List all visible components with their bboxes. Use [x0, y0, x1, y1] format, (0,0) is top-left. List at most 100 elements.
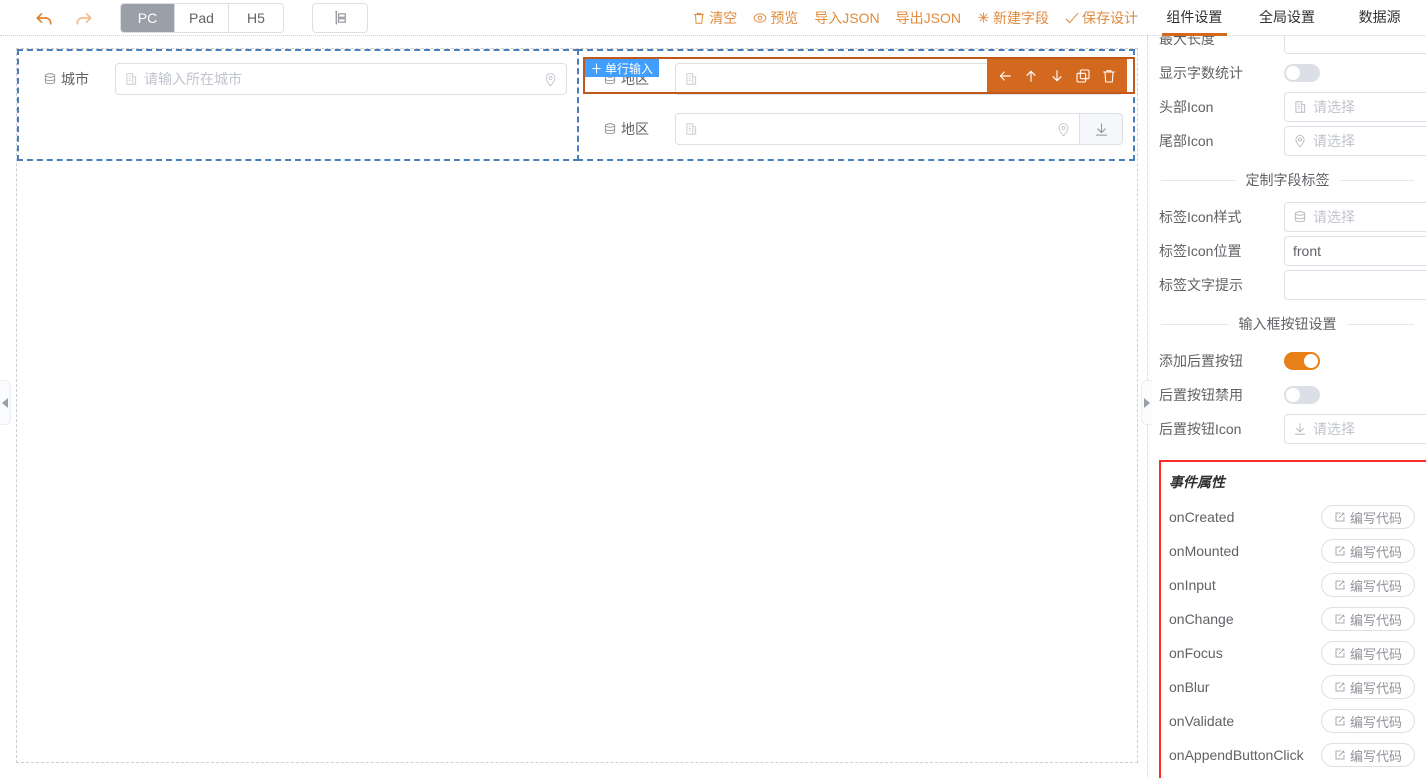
setting-label-suffix-icon: 尾部Icon [1159, 133, 1214, 149]
import-json-label: 导入JSON [814, 9, 880, 26]
field-city-input[interactable]: 请输入所在城市 [115, 63, 567, 95]
label-icon-position-select[interactable]: front ⌄ [1284, 236, 1426, 266]
widget-type-badge[interactable]: 单行输入 [585, 59, 660, 77]
setting-row-append-button-disabled: 后置按钮禁用 [1149, 378, 1426, 412]
design-canvas[interactable]: 城市 请输入所在城市 地区 单行输入 地区 [0, 36, 1148, 778]
tab-global-settings[interactable]: 全局设置 [1241, 7, 1334, 35]
building-icon [1293, 100, 1307, 114]
edit-code-button-onmounted[interactable]: 编写代码 [1321, 539, 1416, 563]
setting-label-max-length: 最大长度 [1159, 36, 1215, 47]
edit-code-button-onblur[interactable]: 编写代码 [1321, 675, 1416, 699]
edit-code-icon [1335, 750, 1345, 760]
edit-code-button-onchange[interactable]: 编写代码 [1321, 607, 1416, 631]
field-region-label: 地区 [589, 119, 675, 139]
tab-data-source[interactable]: 数据源 [1333, 7, 1426, 35]
event-name: onCreated [1169, 509, 1235, 525]
edit-code-button-oncreated[interactable]: 编写代码 [1321, 505, 1416, 529]
move-down-icon[interactable] [1049, 68, 1065, 84]
append-button-icon-select[interactable]: 请选择 ⌄ [1284, 414, 1426, 444]
database-icon [1293, 210, 1307, 224]
show-word-count-switch[interactable] [1284, 64, 1320, 82]
collapse-right-panel-handle[interactable] [1141, 380, 1152, 425]
new-field-button[interactable]: 新建字段 [977, 8, 1049, 28]
save-design-label: 保存设计 [1082, 9, 1138, 26]
collapse-left-panel-handle[interactable] [0, 380, 11, 425]
field-city-label: 城市 [29, 69, 115, 89]
setting-row-suffix-icon: 尾部Icon 请选择 ⌄ [1149, 124, 1426, 158]
move-left-icon[interactable] [997, 68, 1013, 84]
event-row-oninput: onInput 编写代码 [1161, 568, 1426, 602]
export-json-button[interactable]: 导出JSON [896, 8, 961, 28]
edit-code-button-onvalidate[interactable]: 编写代码 [1321, 709, 1416, 733]
clear-button[interactable]: 清空 [692, 8, 737, 28]
field-region-append-button[interactable] [1079, 113, 1123, 145]
download-icon [1293, 422, 1307, 436]
prefix-icon-select[interactable]: 请选择 ⌄ [1284, 92, 1426, 122]
toolbar-left-group: PC Pad H5 [0, 2, 368, 33]
event-row-onvalidate: onValidate 编写代码 [1161, 704, 1426, 738]
setting-row-label-tooltip: 标签文字提示 [1149, 268, 1426, 302]
building-icon [684, 72, 698, 86]
sparkle-icon [978, 12, 989, 23]
label-icon-style-select[interactable]: 请选择 ⌄ [1284, 202, 1426, 232]
edit-code-icon [1335, 580, 1345, 590]
append-button-icon-placeholder: 请选择 [1313, 421, 1355, 437]
edit-code-icon [1335, 512, 1345, 522]
component-settings-panel[interactable]: 最大长度 显示字数统计 头部Icon 请选择 尾部Icon 请选择 定制字段标签… [1149, 36, 1426, 778]
setting-label-label-tooltip: 标签文字提示 [1159, 277, 1243, 293]
edit-code-button-oninput[interactable]: 编写代码 [1321, 573, 1416, 597]
label-tooltip-input[interactable] [1284, 270, 1426, 300]
field-city[interactable]: 城市 请输入所在城市 [19, 51, 577, 95]
device-pad[interactable]: Pad [175, 3, 229, 32]
import-json-button[interactable]: 导入JSON [814, 8, 879, 28]
edit-code-button-onfocus[interactable]: 编写代码 [1321, 641, 1416, 665]
append-button-disabled-switch[interactable] [1284, 386, 1320, 404]
layout-toggle-button[interactable] [312, 2, 368, 33]
tab-component-settings[interactable]: 组件设置 [1148, 7, 1241, 36]
event-name: onChange [1169, 611, 1234, 627]
divider-line [1339, 179, 1414, 181]
copy-icon[interactable] [1075, 68, 1091, 84]
edit-code-label: 编写代码 [1350, 714, 1403, 730]
field-region[interactable]: 地区 [579, 95, 1133, 145]
device-h5[interactable]: H5 [229, 3, 283, 32]
chevron-right-icon [1144, 397, 1150, 408]
edit-code-label: 编写代码 [1350, 680, 1403, 696]
event-name: onValidate [1169, 713, 1235, 729]
move-up-icon[interactable] [1023, 68, 1039, 84]
edit-code-button-onappendbuttonclick[interactable]: 编写代码 [1321, 743, 1416, 767]
add-append-button-switch[interactable] [1284, 352, 1320, 370]
event-row-onblur: onBlur 编写代码 [1161, 670, 1426, 704]
layout-icon [335, 10, 346, 25]
drag-handle-icon [592, 62, 601, 74]
edit-code-icon [1335, 682, 1345, 692]
setting-row-label-icon-style: 标签Icon样式 请选择 ⌄ [1149, 200, 1426, 234]
setting-row-show-word-count: 显示字数统计 [1149, 56, 1426, 90]
setting-label-append-button-icon: 后置按钮Icon [1159, 421, 1242, 437]
eye-icon [753, 12, 767, 23]
setting-row-add-append-button: 添加后置按钮 [1149, 344, 1426, 378]
field-region-input[interactable] [675, 113, 1080, 145]
settings-tabs: 组件设置 全局设置 数据源 [1148, 0, 1426, 36]
delete-icon[interactable] [1101, 68, 1117, 84]
widget-type-badge-text: 单行输入 [605, 61, 654, 76]
save-design-button[interactable]: 保存设计 [1065, 8, 1138, 28]
preview-button[interactable]: 预览 [753, 8, 798, 28]
section-divider-input-button-settings: 输入框按钮设置 [1149, 302, 1426, 344]
section-title-input-button-settings: 输入框按钮设置 [1238, 316, 1337, 332]
edit-code-icon [1335, 546, 1345, 556]
event-row-onfocus: onFocus 编写代码 [1161, 636, 1426, 670]
redo-button[interactable] [64, 3, 104, 33]
suffix-icon-select[interactable]: 请选择 ⌄ [1284, 126, 1426, 156]
toolbar-actions: 清空 预览 导入JSON 导出JSON 新建字段 保存设计 [692, 8, 1148, 28]
form-designer-app: PC Pad H5 清空 预览 导入JSON 导出JSON 新建字段 保存设计 … [0, 0, 1426, 778]
grid-col-1[interactable]: 城市 请输入所在城市 [17, 49, 579, 161]
undo-button[interactable] [24, 3, 64, 33]
max-length-input[interactable] [1284, 36, 1426, 54]
device-pc[interactable]: PC [121, 3, 175, 32]
database-icon [604, 123, 616, 135]
event-name: onFocus [1169, 645, 1223, 661]
grid-col-2[interactable]: 地区 单行输入 地区 [577, 49, 1135, 161]
edit-code-label: 编写代码 [1350, 612, 1403, 628]
export-json-label: 导出JSON [895, 9, 961, 26]
